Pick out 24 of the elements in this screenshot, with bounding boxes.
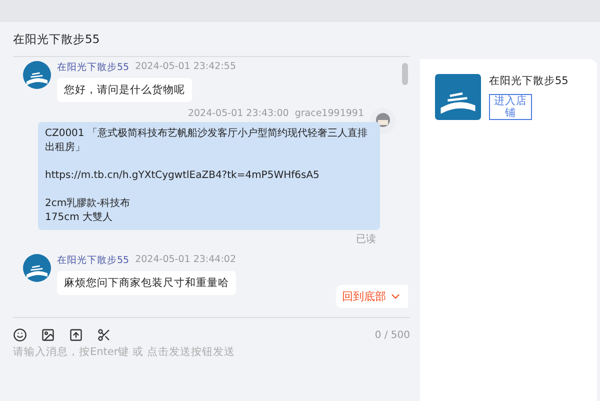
message-time: 2024-05-01 23:43:00 — [188, 108, 289, 119]
emoji-icon[interactable] — [13, 328, 27, 342]
logo-icon — [23, 254, 51, 282]
read-status: 已读 — [356, 232, 376, 246]
shop-logo-icon — [435, 74, 481, 120]
message-bubble: CZ0001 「意式极简科技布艺帆船沙发客厅小户型简约现代轻奢三人直排出租房」 https://m.tb.cn/h.gYXtCygwtlEaZB4?tk=4mP5WHf6sA5 2cm乳膠款-科技布 175cm 大雙人 — [38, 122, 380, 230]
upload-icon[interactable] — [69, 328, 83, 342]
image-icon[interactable] — [41, 328, 55, 342]
sender-name: grace1991991 — [294, 108, 364, 119]
shop-name: 在阳光下散步55 — [489, 74, 568, 88]
message-time: 2024-05-01 23:44:02 — [135, 254, 236, 267]
scrollbar-thumb[interactable] — [402, 63, 408, 85]
enter-shop-button[interactable]: 进入店铺 — [489, 94, 532, 120]
message-input[interactable]: 请输入消息，按Enter键 或 点击发送按钮发送 — [13, 346, 393, 358]
logo-icon — [23, 61, 51, 89]
message-time: 2024-05-01 23:42:55 — [135, 61, 236, 74]
sender-name: 在阳光下散步55 — [57, 254, 130, 267]
scissors-icon[interactable] — [97, 328, 111, 342]
message-bubble: 您好，请问是什么货物呢 — [57, 78, 192, 102]
character-counter: 0 / 500 — [374, 330, 410, 340]
chat-title: 在阳光下散步55 — [13, 32, 100, 46]
scroll-to-bottom-button[interactable]: 回到底部 — [336, 285, 408, 308]
message-bubble: 麻烦您问下商家包装尺寸和重量哈 — [57, 271, 236, 295]
sender-name: 在阳光下散步55 — [57, 61, 130, 74]
